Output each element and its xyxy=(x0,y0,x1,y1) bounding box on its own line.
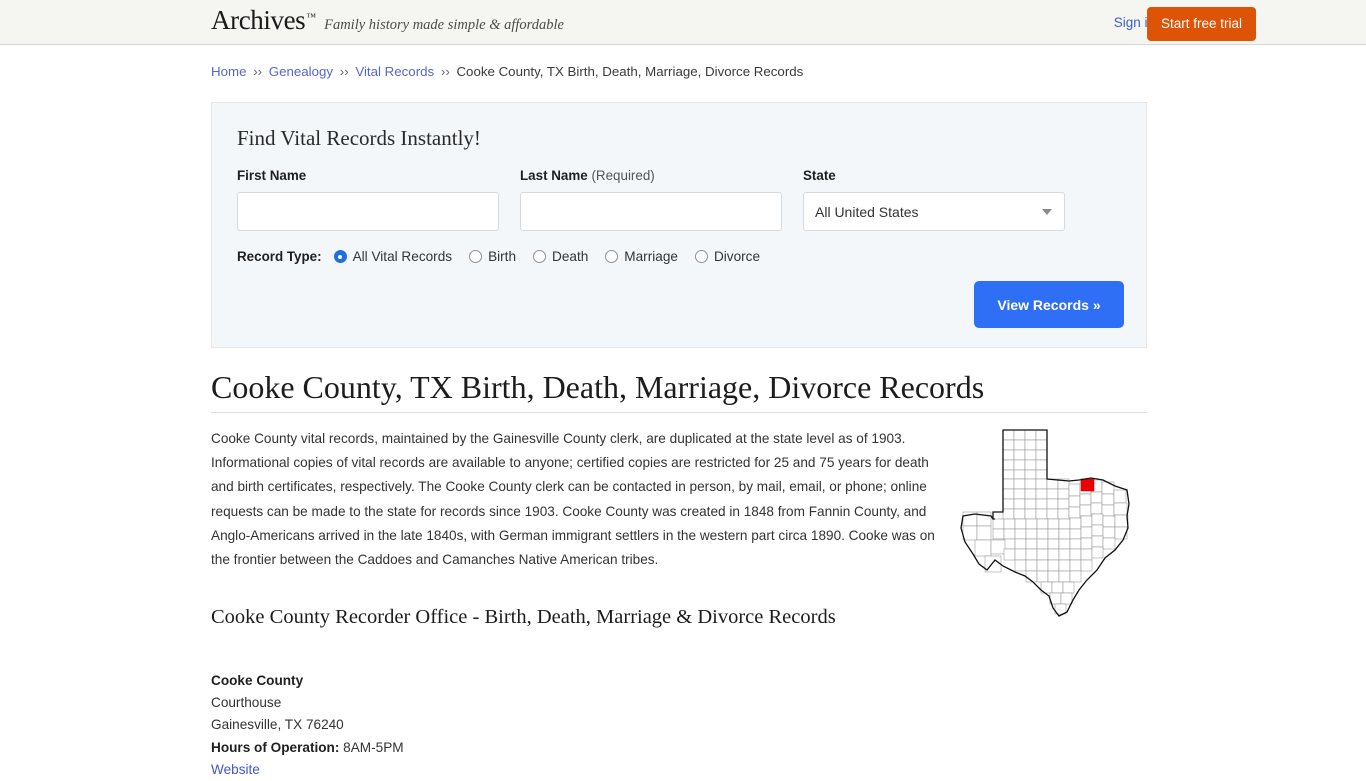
start-free-trial-button[interactable]: Start free trial xyxy=(1147,7,1257,41)
breadcrumb-item-current: Cooke County, TX Birth, Death, Marriage,… xyxy=(456,64,804,79)
radio-indicator xyxy=(533,250,547,263)
office-hours-label: Hours of Operation: xyxy=(211,739,340,755)
site-header: Archives ™ Family history made simple & … xyxy=(0,0,1366,45)
title-divider xyxy=(211,412,1147,413)
radio-indicator xyxy=(469,250,483,263)
radio-marriage[interactable]: Marriage xyxy=(605,249,678,264)
breadcrumb-item-genealogy[interactable]: Genealogy xyxy=(269,64,333,79)
record-type-group: Record Type: All Vital Records Birth Dea… xyxy=(237,249,777,264)
highlighted-county-cooke xyxy=(1080,478,1095,492)
site-logo[interactable]: Archives ™ Family history made simple & … xyxy=(211,7,564,34)
header-inner: Archives ™ Family history made simple & … xyxy=(0,0,1366,45)
radio-indicator xyxy=(694,250,708,263)
office-hours-value: 8AM-5PM xyxy=(343,739,404,755)
breadcrumb-separator: ›› xyxy=(440,64,450,79)
office-hours: Hours of Operation: 8AM-5PM xyxy=(211,737,404,759)
search-panel-title: Find Vital Records Instantly! xyxy=(237,126,481,150)
breadcrumb-item-vital-records[interactable]: Vital Records xyxy=(355,64,434,79)
office-name: Cooke County xyxy=(211,673,304,688)
breadcrumb: Home ›› Genealogy ›› Vital Records ›› Co… xyxy=(211,64,803,79)
county-description: Cooke County vital records, maintained b… xyxy=(211,431,935,568)
first-name-label: First Name xyxy=(237,168,307,183)
radio-birth[interactable]: Birth xyxy=(469,249,516,264)
radio-divorce[interactable]: Divorce xyxy=(694,249,760,264)
chevron-down-icon xyxy=(1042,209,1052,215)
recorder-office-subtitle: Cooke County Recorder Office - Birth, De… xyxy=(211,606,836,628)
state-label: State xyxy=(803,168,836,183)
radio-indicator xyxy=(605,250,619,263)
office-building: Courthouse xyxy=(211,695,282,711)
last-name-input[interactable] xyxy=(520,192,782,231)
vital-records-search-panel: Find Vital Records Instantly! First Name… xyxy=(211,102,1147,348)
site-tagline: Family history made simple & affordable xyxy=(324,17,564,33)
radio-death[interactable]: Death xyxy=(533,249,588,264)
breadcrumb-separator: ›› xyxy=(339,64,349,79)
breadcrumb-item-home[interactable]: Home xyxy=(211,64,246,79)
breadcrumb-separator: ›› xyxy=(253,64,263,79)
logo-text: Archives xyxy=(211,5,306,35)
office-city-state-zip: Gainesville, TX 76240 xyxy=(211,717,344,733)
record-type-label: Record Type: xyxy=(237,249,322,264)
view-records-button[interactable]: View Records » xyxy=(974,281,1124,328)
recorder-office-address: Cooke County Courthouse Gainesville, TX … xyxy=(211,670,404,781)
first-name-input[interactable] xyxy=(237,192,499,231)
office-website-link[interactable]: Website xyxy=(211,762,260,777)
state-select-value: All United States xyxy=(815,204,919,220)
last-name-required-note: (Required) xyxy=(591,168,655,183)
texas-county-map xyxy=(960,429,1130,617)
page-title: Cooke County, TX Birth, Death, Marriage,… xyxy=(211,369,985,405)
last-name-label: Last Name (Required) xyxy=(520,168,655,183)
trademark-icon: ™ xyxy=(306,12,317,23)
radio-all-vital-records[interactable]: All Vital Records xyxy=(333,249,452,264)
state-select[interactable]: All United States xyxy=(803,192,1065,231)
radio-indicator xyxy=(333,250,347,263)
